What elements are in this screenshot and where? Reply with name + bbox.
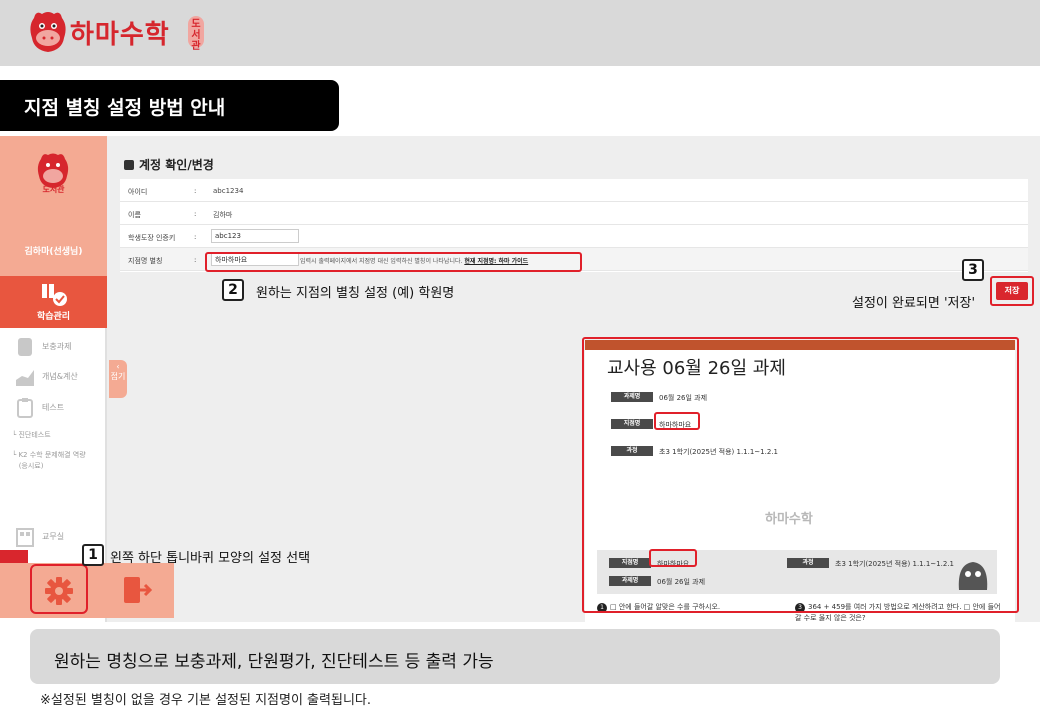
form-row-name: 이름 : 김하마 [120, 202, 1028, 225]
sidebar-logo-text: 도서관 [42, 185, 65, 194]
guide-title: 지점 별칭 설정 방법 안내 [24, 97, 226, 119]
chart-icon [16, 370, 34, 386]
sidebar-subitem-k2[interactable]: └ K2 수학 문제해결 역량 (응시료) [12, 450, 86, 472]
highlight-branch-alias [205, 252, 582, 272]
sidebar-item-supplement[interactable]: 보충과제 [0, 332, 107, 362]
form-row-stamp-key: 학생도장 인증키 : abc123 [120, 225, 1028, 248]
id-value: abc1234 [213, 187, 244, 195]
sidebar-item-study[interactable]: 학습관리 [0, 276, 107, 328]
sidebar-item-label: 테스트 [42, 403, 65, 412]
office-icon [16, 528, 34, 547]
guide-title-bar: 지점 별칭 설정 방법 안내 [0, 80, 339, 131]
sidebar-item-label: 개념&계산 [42, 372, 78, 381]
user-name: 김하마(선생님) [24, 247, 83, 257]
step-1-caption: 왼쪽 하단 톱니바퀴 모양의 설정 선택 [110, 551, 311, 566]
highlight-save-button [990, 276, 1034, 306]
name-value: 김하마 [213, 211, 233, 219]
highlight-preview-footer-branch [649, 549, 697, 567]
new-badge [0, 550, 28, 564]
form-row-id: 아이디 : abc1234 [120, 179, 1028, 202]
top-bar: 하마수학 도서관 [0, 0, 1040, 66]
brand-logo-badge: 도서관 [188, 16, 204, 52]
step-2-caption: 원하는 지점의 별칭 설정 (예) 학원명 [256, 286, 455, 301]
sidebar-item-label: 학습관리 [36, 312, 71, 322]
sidebar-item-concept[interactable]: 개념&계산 [0, 362, 107, 392]
section-title: 계정 확인/변경 [124, 156, 214, 173]
sidebar-item-label: 보충과제 [42, 342, 72, 351]
highlight-gear [30, 564, 88, 614]
note-box: 원하는 명칭으로 보충과제, 단원평가, 진단테스트 등 출력 가능 [30, 629, 1000, 684]
note-main: 원하는 명칭으로 보충과제, 단원평가, 진단테스트 등 출력 가능 [54, 652, 494, 672]
stamp-key-input[interactable]: abc123 [211, 229, 299, 243]
step-2-badge: 2 [222, 279, 244, 301]
step-3-badge: 3 [962, 259, 984, 281]
sidebar-subitem-diagnostic[interactable]: └ 진단테스트 [12, 430, 51, 441]
step-3-caption: 설정이 완료되면 '저장' [852, 296, 976, 311]
hand-icon [18, 338, 32, 356]
sidebar-item-label: 교무실 [42, 532, 65, 541]
sidebar-collapse-button[interactable]: ‹ 접기 [109, 360, 127, 398]
highlight-preview-branch [654, 412, 700, 430]
user-card-icon [124, 160, 134, 170]
study-icon [42, 284, 67, 306]
footnote: ※설정된 별칭이 없을 경우 기본 설정된 지점명이 출력됩니다. [40, 693, 371, 708]
sidebar-item-test[interactable]: 테스트 [0, 393, 107, 423]
logout-icon[interactable] [122, 575, 154, 605]
clipboard-icon [17, 398, 33, 418]
hippo-logo-icon [30, 12, 66, 52]
brand-logo-text: 하마수학 [70, 20, 170, 50]
highlight-preview [582, 337, 1019, 613]
step-1-badge: 1 [82, 544, 104, 566]
sidebar-header: 도서관 김하마(선생님) [0, 136, 107, 276]
